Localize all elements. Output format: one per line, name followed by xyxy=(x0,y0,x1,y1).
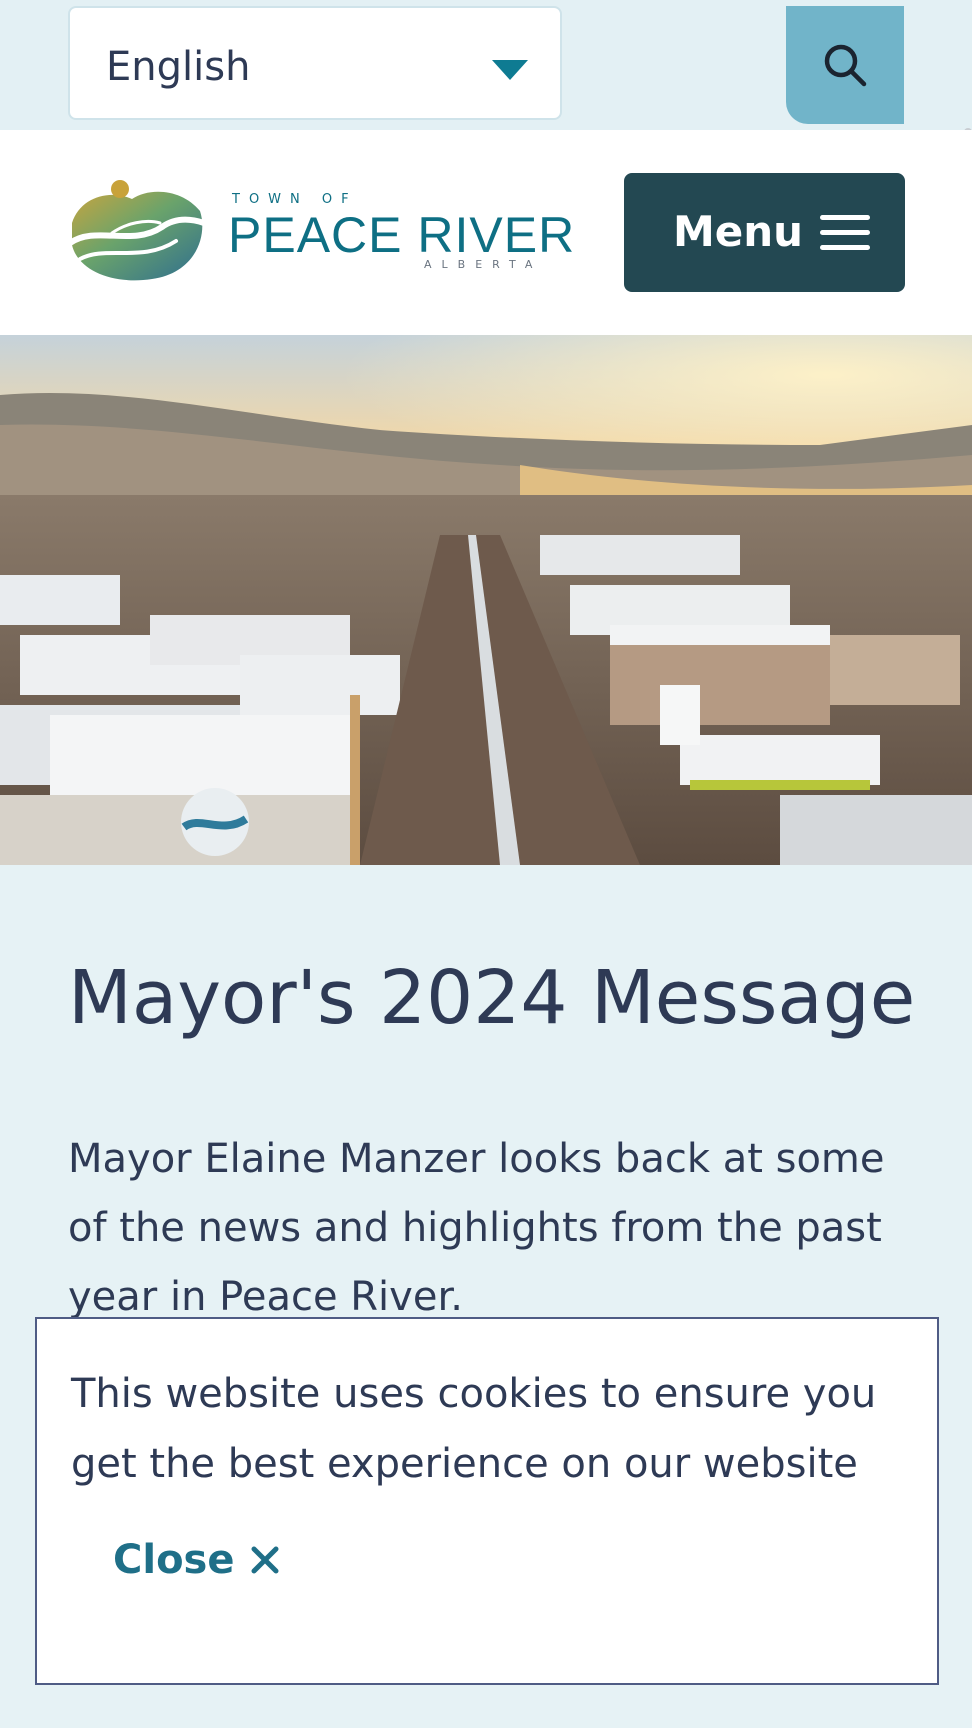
language-select[interactable]: English xyxy=(68,6,562,120)
caret-down-icon xyxy=(492,60,528,80)
language-value: English xyxy=(106,44,251,90)
peace-river-logo-icon xyxy=(67,180,207,281)
hamburger-icon xyxy=(820,215,870,250)
logo-town-of-text: TOWN OF xyxy=(232,192,358,207)
article-title[interactable]: Mayor's 2024 Message xyxy=(68,955,915,1041)
town-aerial-photo xyxy=(0,335,972,865)
menu-label: Menu xyxy=(673,207,804,256)
cookie-banner: This website uses cookies to ensure you … xyxy=(35,1317,939,1685)
search-icon xyxy=(824,44,867,87)
logo-region-text: ALBERTA xyxy=(424,258,543,271)
cookie-close-label: Close xyxy=(113,1537,235,1583)
menu-button[interactable]: Menu xyxy=(624,173,905,292)
site-header: TOWN OF PEACE RIVER ALBERTA Menu xyxy=(0,130,972,335)
utility-bar: English xyxy=(0,0,972,130)
hero-image xyxy=(0,335,972,865)
article-summary: Mayor Elaine Manzer looks back at some o… xyxy=(68,1136,885,1320)
cookie-message: This website uses cookies to ensure you … xyxy=(71,1371,877,1487)
town-logo[interactable] xyxy=(66,175,207,289)
cookie-close-button[interactable]: Close xyxy=(113,1537,280,1583)
search-button[interactable] xyxy=(786,6,904,124)
close-icon xyxy=(251,1546,279,1574)
logo-name-text: PEACE RIVER xyxy=(228,207,576,263)
